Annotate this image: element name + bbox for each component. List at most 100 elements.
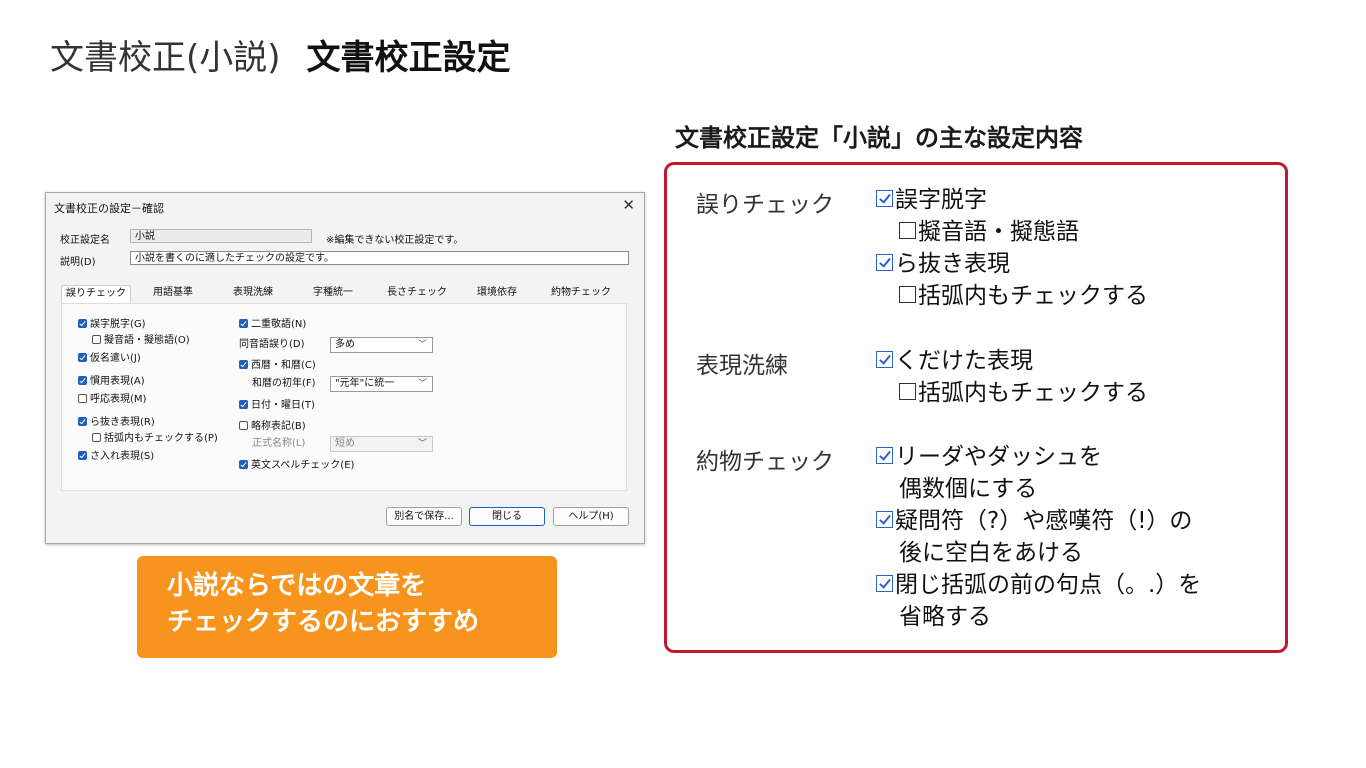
homophone-dropdown[interactable]: 多め ﹀ <box>330 337 433 353</box>
checkbox-label: さ入れ表現(S) <box>90 451 155 462</box>
checkbox-kana-usage[interactable]: 仮名遣い(J) <box>78 353 141 365</box>
item-label: 括弧内もチェックする <box>918 380 1148 406</box>
checkbox-label: 略称表記(B) <box>251 421 306 432</box>
readonly-note: ※編集できない校正設定です。 <box>326 235 464 246</box>
checkbox-unchecked-icon <box>92 433 101 442</box>
chevron-down-icon: ﹀ <box>417 340 427 350</box>
checkbox-english-spell[interactable]: 英文スペルチェック(E) <box>239 460 354 472</box>
dropdown-value: 多め <box>335 339 355 350</box>
first-year-label: 和暦の初年(F) <box>252 378 316 389</box>
checkbox-unchecked-icon <box>239 421 248 430</box>
checkbox-checked-icon <box>239 400 248 409</box>
settings-summary-panel: 誤りチェック 誤字脱字 擬音語・擬態語 ら抜き表現 括弧内もチェックする 表現洗… <box>664 162 1288 653</box>
item-label: 擬音語・擬態語 <box>918 219 1079 245</box>
checkbox-label: 呼応表現(M) <box>90 394 147 405</box>
category-refinement: 表現洗練 <box>696 353 788 379</box>
tab-error-check[interactable]: 誤りチェック <box>61 285 131 303</box>
close-icon[interactable]: ✕ <box>622 196 635 214</box>
chevron-down-icon: ﹀ <box>417 439 427 449</box>
summary-item-leader-dash-cont: 偶数個にする <box>899 476 1038 502</box>
checkbox-in-brackets[interactable]: 括弧内もチェックする(P) <box>92 433 218 445</box>
official-name-label: 正式名称(L) <box>252 438 306 449</box>
checkbox-label: 擬音語・擬態語(O) <box>104 335 190 346</box>
checkbox-checked-icon <box>239 460 248 469</box>
summary-item-leader-dash: リーダやダッシュを <box>876 441 1102 473</box>
checked-box-icon <box>876 351 893 368</box>
checkbox-label: 日付・曜日(T) <box>251 400 315 411</box>
checkbox-unchecked-icon <box>78 394 87 403</box>
unchecked-box-icon <box>899 222 916 239</box>
checkbox-label: 括弧内もチェックする(P) <box>104 433 218 444</box>
category-punctuation: 約物チェック <box>696 449 834 475</box>
help-button[interactable]: ヘルプ(H) <box>553 507 629 526</box>
checkbox-label: 二重敬語(N) <box>251 319 307 330</box>
item-label: ら抜き表現 <box>895 251 1010 277</box>
save-as-button[interactable]: 別名で保存... <box>386 507 462 526</box>
checkbox-western-japanese-era[interactable]: 西暦・和暦(C) <box>239 360 316 372</box>
checkbox-typo[interactable]: 誤字脱字(G) <box>78 319 146 331</box>
tab-bar: 誤りチェック 用語基準 表現洗練 字種統一 長さチェック 環境依存 約物チェック <box>61 285 627 303</box>
dropdown-value: 短め <box>335 438 355 449</box>
callout-line-1: 小説ならではの文章を <box>167 571 427 601</box>
item-label: 誤字脱字 <box>895 187 987 213</box>
checked-box-icon <box>876 575 893 592</box>
summary-item-period-omit-cont: 省略する <box>899 604 991 630</box>
checkbox-checked-icon <box>239 319 248 328</box>
checkbox-label: 英文スペルチェック(E) <box>251 460 355 471</box>
checkbox-checked-icon <box>78 376 87 385</box>
official-name-dropdown: 短め ﹀ <box>330 436 433 452</box>
first-year-dropdown[interactable]: "元年"に統一 ﹀ <box>330 376 433 392</box>
checkbox-checked-icon <box>78 417 87 426</box>
tab-length-check[interactable]: 長さチェック <box>377 285 457 303</box>
checkbox-correspondence[interactable]: 呼応表現(M) <box>78 394 146 406</box>
item-label: 疑問符（?）や感嘆符（!）の <box>895 508 1193 534</box>
unchecked-box-icon <box>899 286 916 303</box>
proofing-settings-dialog: 文書校正の設定－確認 ✕ 校正設定名 小説 ※編集できない校正設定です。 説明(… <box>45 192 645 544</box>
checkbox-checked-icon <box>239 360 248 369</box>
summary-item-onomatopoeia: 擬音語・擬態語 <box>899 216 1079 248</box>
checkbox-label: 仮名遣い(J) <box>90 353 141 364</box>
close-button[interactable]: 閉じる <box>469 507 545 526</box>
item-label: くだけた表現 <box>895 348 1033 374</box>
setting-name-field: 小説 <box>130 229 312 243</box>
checkbox-checked-icon <box>78 319 87 328</box>
checkbox-date-weekday[interactable]: 日付・曜日(T) <box>239 400 315 412</box>
chevron-down-icon: ﹀ <box>417 379 427 389</box>
checked-box-icon <box>876 190 893 207</box>
tab-panel: 誤字脱字(G) 擬音語・擬態語(O) 仮名遣い(J) 慣用表現(A) 呼応表現(… <box>61 303 627 491</box>
dropdown-value: "元年"に統一 <box>335 378 395 389</box>
checkbox-double-honorific[interactable]: 二重敬語(N) <box>239 319 306 331</box>
tab-environment[interactable]: 環境依存 <box>461 285 533 303</box>
summary-item-typo: 誤字脱字 <box>876 184 987 216</box>
slide-title-sub: 文書校正(小説) <box>50 38 281 78</box>
summary-item-refinement-brackets: 括弧内もチェックする <box>899 377 1148 409</box>
category-error-check: 誤りチェック <box>696 192 834 218</box>
checked-box-icon <box>876 447 893 464</box>
callout-line-2: チェックするのにおすすめ <box>167 607 480 637</box>
item-label: 括弧内もチェックする <box>918 283 1148 309</box>
tab-character-type[interactable]: 字種統一 <box>297 285 369 303</box>
setting-name-label: 校正設定名 <box>60 235 110 246</box>
checkbox-abbreviation[interactable]: 略称表記(B) <box>239 421 306 433</box>
description-input[interactable]: 小説を書くのに適したチェックの設定です。 <box>130 251 629 265</box>
dialog-title: 文書校正の設定－確認 <box>54 202 164 215</box>
checkbox-label: 西暦・和暦(C) <box>251 360 316 371</box>
checked-box-icon <box>876 254 893 271</box>
checkbox-ra-nuki[interactable]: ら抜き表現(R) <box>78 417 155 429</box>
checkbox-label: 慣用表現(A) <box>90 376 145 387</box>
tab-punctuation[interactable]: 約物チェック <box>541 285 621 303</box>
checkbox-label: ら抜き表現(R) <box>90 417 155 428</box>
tab-terminology[interactable]: 用語基準 <box>137 285 209 303</box>
tab-refinement[interactable]: 表現洗練 <box>217 285 289 303</box>
checkbox-sa-ire[interactable]: さ入れ表現(S) <box>78 451 154 463</box>
checkbox-checked-icon <box>78 353 87 362</box>
checkbox-label: 誤字脱字(G) <box>90 319 146 330</box>
summary-item-in-brackets: 括弧内もチェックする <box>899 280 1148 312</box>
checkbox-checked-icon <box>78 451 87 460</box>
checkbox-idiom[interactable]: 慣用表現(A) <box>78 376 145 388</box>
checkbox-onomatopoeia[interactable]: 擬音語・擬態語(O) <box>92 335 190 347</box>
summary-item-question-exclamation-cont: 後に空白をあける <box>899 540 1083 566</box>
slide-title-main: 文書校正設定 <box>306 38 511 78</box>
unchecked-box-icon <box>899 383 916 400</box>
summary-item-period-omit: 閉じ括弧の前の句点（。.）を <box>876 569 1201 601</box>
